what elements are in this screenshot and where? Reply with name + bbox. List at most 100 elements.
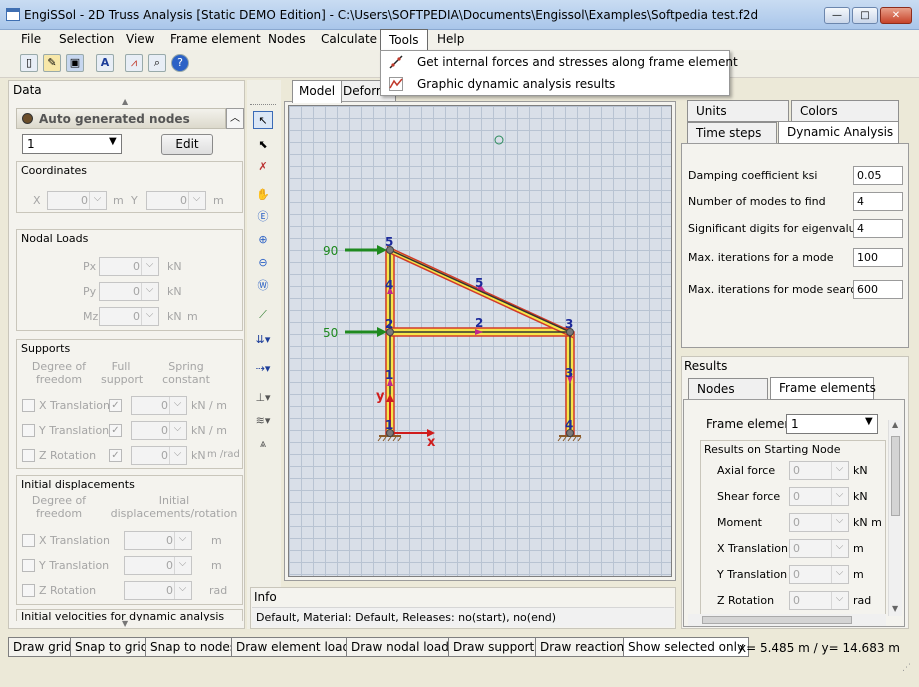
support-icon[interactable]: ⊥▾	[253, 389, 273, 407]
tab-dynamic-analysis[interactable]: Dynamic Analysis	[778, 121, 899, 144]
menu-item-internal-forces[interactable]: Get internal forces and stresses along f…	[381, 51, 738, 73]
y-spring-input[interactable]: 0	[131, 421, 187, 440]
damping-input[interactable]: 0.05	[853, 166, 903, 185]
disp-z-input[interactable]: 0	[124, 581, 192, 600]
x-label: X	[33, 194, 41, 207]
edit-button[interactable]: Edit	[161, 134, 213, 155]
menu-tools[interactable]: Tools	[380, 29, 428, 51]
h-scrollbar-thumb[interactable]	[702, 616, 852, 624]
iterations-mode-input[interactable]: 100	[853, 248, 903, 267]
draw-grid-toggle[interactable]: Draw grid	[8, 637, 77, 657]
snap-to-grid-toggle[interactable]: Snap to grid	[70, 637, 154, 657]
menu-file[interactable]: File	[21, 32, 41, 46]
px-input[interactable]: 0	[99, 257, 159, 276]
scroll-up-icon[interactable]: ▲	[122, 97, 128, 106]
draw-reactions-toggle[interactable]: Draw reactions	[535, 637, 636, 657]
auto-nodes-header[interactable]: Auto generated nodes	[16, 108, 226, 129]
mz-input[interactable]: 0	[99, 307, 159, 326]
scroll-down-icon[interactable]: ▼	[122, 619, 128, 628]
zoom-in-icon[interactable]: ⊕	[253, 231, 273, 249]
hinge-support-icon[interactable]: ⩓	[253, 435, 273, 453]
supports-section: Supports Degree of freedom Full support …	[16, 339, 243, 469]
menu-view[interactable]: View	[126, 32, 154, 46]
draw-element-loads-toggle[interactable]: Draw element loads	[231, 637, 362, 657]
save-icon[interactable]: ▣	[66, 54, 84, 72]
tab-frame-elements[interactable]: Frame elements	[770, 377, 876, 400]
tab-units[interactable]: Units	[687, 100, 789, 122]
model-grid[interactable]: 90 50 5 2 3 1 4 5 2 4 1 3 x y	[288, 105, 672, 577]
maximize-button[interactable]: □	[852, 7, 878, 24]
spring-icon[interactable]: ≋▾	[253, 412, 273, 430]
z-rotation-checkbox[interactable]	[22, 449, 35, 462]
menu-calculate[interactable]: Calculate	[321, 32, 377, 46]
iterations-search-input[interactable]: 600	[853, 280, 903, 299]
print-preview-icon[interactable]: ⌕	[148, 54, 166, 72]
zoom-window-icon[interactable]: Ⓦ	[253, 277, 273, 295]
disp-y-checkbox[interactable]	[22, 559, 35, 572]
snap-to-nodes-toggle[interactable]: Snap to nodes	[145, 637, 242, 657]
resize-grip-icon[interactable]: ⋰	[902, 663, 911, 673]
scrollbar-thumb[interactable]	[891, 436, 900, 516]
zoom-out-icon[interactable]: ⊖	[253, 254, 273, 272]
tab-colors[interactable]: Colors	[791, 100, 899, 122]
menu-item-dynamic-results[interactable]: Graphic dynamic analysis results	[381, 73, 729, 95]
z-full-support-checkbox[interactable]: ✓	[109, 449, 122, 462]
menu-help[interactable]: Help	[437, 32, 464, 46]
results-horizontal-scrollbar[interactable]	[688, 614, 886, 626]
menu-frame-element[interactable]: Frame element	[170, 32, 261, 46]
pan-hand-icon[interactable]: ✋	[253, 186, 273, 204]
modes-input[interactable]: 4	[853, 192, 903, 211]
pointer-icon[interactable]: ↖	[253, 111, 273, 129]
initial-displacements-section: Initial displacements Degree of freedom …	[16, 475, 243, 605]
scroll-up-icon[interactable]: ▲	[892, 420, 898, 429]
collapse-chevron-icon[interactable]: ︿	[226, 108, 244, 129]
z-spring-input[interactable]: 0	[131, 446, 187, 465]
x-translation-checkbox[interactable]	[22, 399, 35, 412]
scroll-down-icon[interactable]: ▼	[892, 604, 898, 613]
coordinates-title: Coordinates	[21, 164, 88, 177]
x-spring-unit2: / m	[209, 399, 227, 412]
minimize-button[interactable]: —	[824, 7, 850, 24]
coordinates-section: Coordinates X 0 m Y 0 m	[16, 161, 243, 213]
tab-time-steps[interactable]: Time steps	[687, 122, 777, 144]
x-full-support-checkbox[interactable]: ✓	[109, 399, 122, 412]
chart-icon[interactable]: ⩘	[125, 54, 143, 72]
node-select[interactable]: 1 ▼	[22, 134, 122, 154]
y-coordinate-input[interactable]: 0	[146, 191, 206, 210]
x-coordinate-input[interactable]: 0	[47, 191, 107, 210]
new-file-icon[interactable]: ▯	[20, 54, 38, 72]
draw-nodal-loads-toggle[interactable]: Draw nodal loads	[346, 637, 461, 657]
results-vertical-scrollbar[interactable]: ▲ ▼	[888, 420, 902, 616]
open-folder-icon[interactable]: ✎	[43, 54, 61, 72]
nodal-loads	[345, 245, 387, 337]
x-spring-input[interactable]: 0	[131, 396, 187, 415]
settings-tabs: Units Colors Time steps Dynamic Analysis	[681, 100, 909, 144]
nodal-load-icon[interactable]: ⇢▾	[253, 360, 273, 378]
delete-selection-icon[interactable]: ✗	[253, 158, 273, 176]
font-icon[interactable]: A	[96, 54, 114, 72]
draw-supports-toggle[interactable]: Draw supports	[448, 637, 546, 657]
close-button[interactable]: ✕	[880, 7, 912, 24]
damping-label: Damping coefficient ksi	[688, 169, 818, 182]
tab-nodes[interactable]: Nodes	[688, 378, 768, 400]
disp-y-input[interactable]: 0	[124, 556, 192, 575]
zoom-extents-icon[interactable]: Ⓔ	[253, 208, 273, 226]
frame-element-select[interactable]: 1 ▼	[786, 414, 878, 434]
tab-model[interactable]: Model	[292, 80, 343, 103]
show-selected-only-toggle[interactable]: Show selected only	[623, 637, 750, 657]
menu-nodes[interactable]: Nodes	[268, 32, 306, 46]
draw-element-icon[interactable]: ⟋	[253, 306, 273, 324]
disp-x-input[interactable]: 0	[124, 531, 192, 550]
select-element-icon[interactable]: ⬉	[253, 136, 273, 154]
data-panel-title: Data	[13, 83, 42, 97]
help-icon[interactable]: ?	[171, 54, 189, 72]
distributed-load-icon[interactable]: ⇊▾	[253, 331, 273, 349]
disp-z-checkbox[interactable]	[22, 584, 35, 597]
py-input[interactable]: 0	[99, 282, 159, 301]
menu-selection[interactable]: Selection	[59, 32, 114, 46]
cursor-coordinates: x= 5.485 m / y= 14.683 m	[739, 641, 900, 655]
disp-x-checkbox[interactable]	[22, 534, 35, 547]
y-translation-checkbox[interactable]	[22, 424, 35, 437]
digits-input[interactable]: 4	[853, 219, 903, 238]
y-full-support-checkbox[interactable]: ✓	[109, 424, 122, 437]
